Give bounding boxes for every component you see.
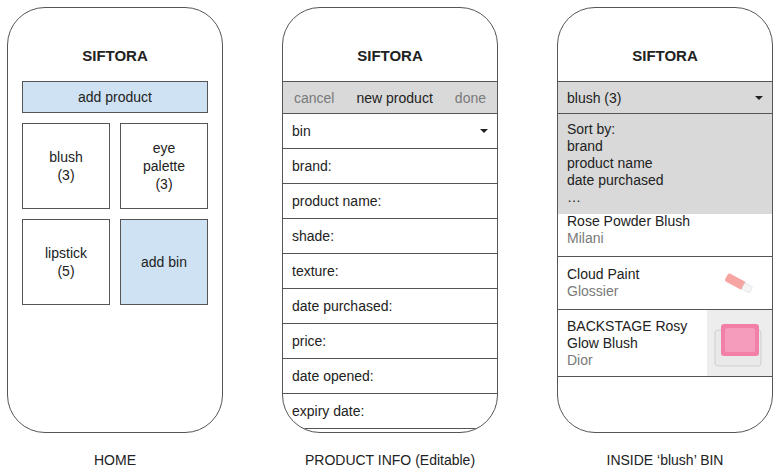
add-bin-button[interactable]: add bin bbox=[120, 219, 208, 305]
screen-caption: HOME bbox=[94, 452, 136, 468]
field-label: product name: bbox=[292, 193, 382, 209]
product-list-area: Sort by:brandproduct namedate purchased…… bbox=[558, 114, 772, 377]
sort-option[interactable]: product name bbox=[567, 155, 763, 172]
product-name: Cloud Paint bbox=[567, 266, 716, 283]
field-label: date opened: bbox=[292, 368, 374, 384]
dropdown-arrow-icon bbox=[755, 96, 763, 100]
bin-tile[interactable]: blush(3) bbox=[22, 123, 110, 209]
product-info-column: SIFTORA cancel new product done bin brand: pro… bbox=[282, 7, 498, 473]
product-name: Rose Powder Blush bbox=[567, 213, 772, 230]
dropdown-arrow-icon bbox=[480, 129, 488, 133]
form-field[interactable]: texture: bbox=[283, 254, 497, 289]
bin-label: add bin bbox=[141, 253, 187, 271]
sort-option[interactable]: … bbox=[567, 189, 763, 206]
product-brand: Dior bbox=[567, 352, 701, 369]
app-title: SIFTORA bbox=[8, 8, 222, 66]
product-row[interactable]: BACKSTAGE Rosy Glow BlushDior bbox=[558, 310, 772, 377]
field-label: texture: bbox=[292, 263, 339, 279]
field-label: date purchased: bbox=[292, 298, 392, 314]
field-label: price: bbox=[292, 333, 326, 349]
bin-tile[interactable]: eye palette(3) bbox=[120, 123, 208, 209]
app-title: SIFTORA bbox=[558, 8, 772, 66]
bin-count: (3) bbox=[57, 166, 74, 184]
product-name: BACKSTAGE Rosy Glow Blush bbox=[567, 318, 701, 352]
product-row[interactable]: Cloud PaintGlossier bbox=[558, 257, 772, 310]
field-label: brand: bbox=[292, 158, 332, 174]
product-info-phone: SIFTORA cancel new product done bin brand: pro… bbox=[282, 7, 498, 433]
sort-heading: Sort by: bbox=[567, 121, 763, 138]
bin-grid: blush(3)eye palette(3)lipstick(5)add bin bbox=[22, 123, 208, 305]
bin-label: blush bbox=[49, 148, 82, 166]
product-text: Rose Powder BlushMilani bbox=[567, 213, 772, 247]
add-product-button[interactable]: add product bbox=[22, 81, 208, 113]
tube-icon bbox=[722, 272, 756, 294]
bin-dropdown[interactable]: bin bbox=[283, 114, 497, 149]
bin-selector[interactable]: blush (3) bbox=[558, 81, 772, 114]
home-phone: SIFTORAadd productblush(3)eye palette(3)… bbox=[7, 7, 223, 433]
bin-count: (5) bbox=[57, 262, 74, 280]
form-field[interactable]: price: bbox=[283, 324, 497, 359]
screen-caption: INSIDE ‘blush’ BIN bbox=[607, 452, 724, 468]
bin-view-column: SIFTORA blush (3) Sort by:brandproduct nam… bbox=[557, 7, 773, 473]
field-label: bin bbox=[292, 123, 311, 139]
product-brand: Milani bbox=[567, 230, 772, 247]
bin-label: lipstick bbox=[45, 244, 87, 262]
form-field[interactable]: date purchased: bbox=[283, 289, 497, 324]
form-field[interactable]: date opened: bbox=[283, 359, 497, 394]
form-field[interactable]: expiry date: bbox=[283, 394, 497, 429]
product-text: Cloud PaintGlossier bbox=[567, 266, 716, 300]
blush-compact-icon bbox=[707, 310, 772, 376]
form-title: new product bbox=[357, 90, 433, 106]
sort-option[interactable]: brand bbox=[567, 138, 763, 155]
product-text: BACKSTAGE Rosy Glow BlushDior bbox=[567, 312, 701, 375]
form-header: cancel new product done bbox=[283, 81, 497, 114]
field-label: expiry date: bbox=[292, 403, 364, 419]
done-button[interactable]: done bbox=[455, 90, 486, 106]
form-field[interactable]: shade: bbox=[283, 219, 497, 254]
form-field[interactable]: product name: bbox=[283, 184, 497, 219]
bin-view-phone: SIFTORA blush (3) Sort by:brandproduct nam… bbox=[557, 7, 773, 433]
product-brand: Glossier bbox=[567, 283, 716, 300]
sort-menu: Sort by:brandproduct namedate purchased… bbox=[558, 114, 772, 214]
cancel-button[interactable]: cancel bbox=[294, 90, 334, 106]
home-column: SIFTORAadd productblush(3)eye palette(3)… bbox=[7, 7, 223, 473]
field-label: shade: bbox=[292, 228, 334, 244]
bin-selector-label: blush (3) bbox=[567, 90, 621, 106]
page: SIFTORAadd productblush(3)eye palette(3)… bbox=[0, 0, 780, 473]
bin-count: (3) bbox=[155, 175, 172, 193]
screen-caption: PRODUCT INFO (Editable) bbox=[305, 452, 475, 468]
sort-option[interactable]: date purchased bbox=[567, 172, 763, 189]
bin-label: eye palette bbox=[134, 139, 194, 175]
bin-tile[interactable]: lipstick(5) bbox=[22, 219, 110, 305]
form-field[interactable]: brand: bbox=[283, 149, 497, 184]
home-body: add productblush(3)eye palette(3)lipstic… bbox=[8, 81, 222, 305]
app-title: SIFTORA bbox=[283, 8, 497, 66]
